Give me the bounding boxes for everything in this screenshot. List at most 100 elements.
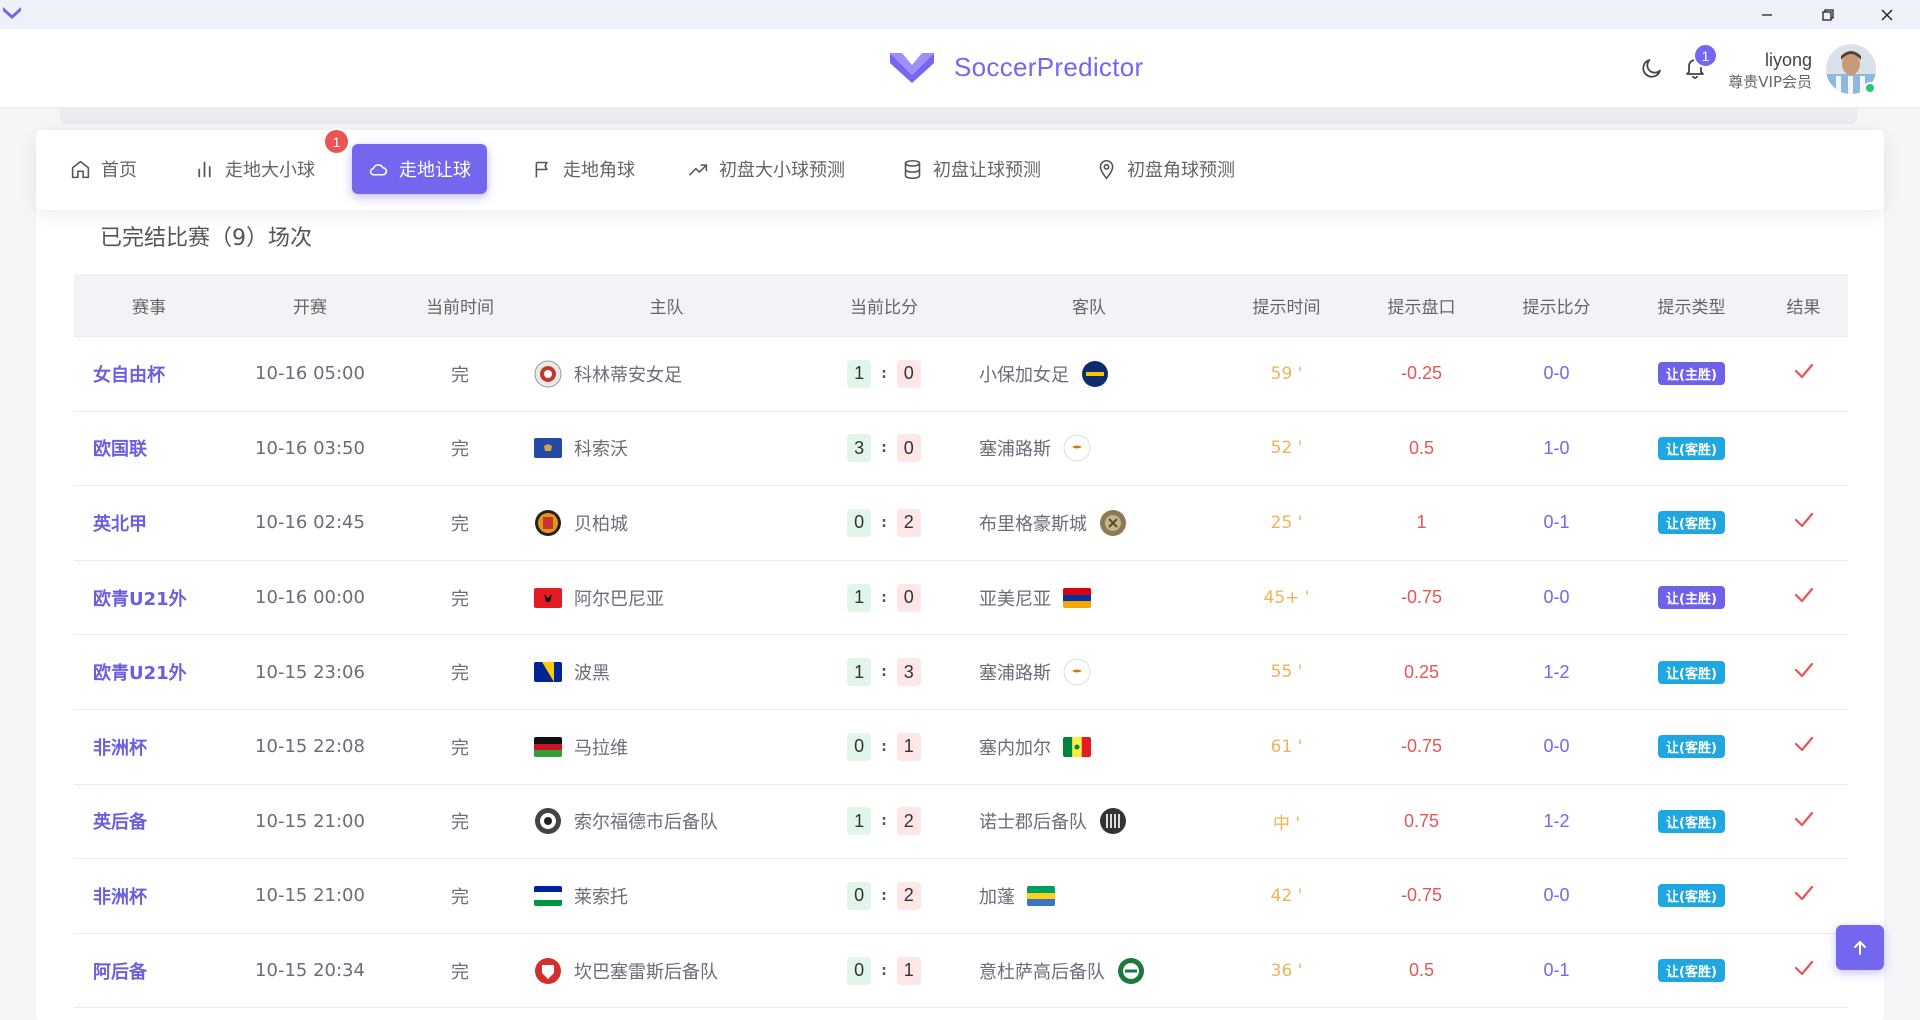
scroll-to-top-button[interactable] xyxy=(1836,925,1884,970)
top-header: SoccerPredictor xyxy=(0,29,1920,107)
table-row[interactable]: 欧青U21外 10-15 23:06 完 波黑 1:3 塞浦路斯 55 ' 0.25 1-2 让(… xyxy=(74,635,1848,710)
minimize-button[interactable] xyxy=(1744,0,1790,29)
match-status: 完 xyxy=(451,513,469,535)
home-team: 波黑 xyxy=(524,659,809,685)
table-row[interactable]: 英北甲 10-16 02:45 完 贝柏城 0:2 布里格豪斯城 25 ' 1 0-1 让(客胜) xyxy=(74,486,1848,561)
away-score: 1 xyxy=(896,732,921,761)
header-current-time: 当前时间 xyxy=(426,297,494,318)
check-icon xyxy=(1794,587,1813,603)
team-logo-icon xyxy=(534,360,562,388)
tip-type: 让(客胜) xyxy=(1624,809,1759,833)
match-status: 完 xyxy=(451,663,469,685)
start-time: 10-15 22:08 xyxy=(255,736,365,758)
nav-item-home[interactable]: 首页 xyxy=(54,144,153,194)
table-row[interactable]: 女自由杯 10-16 05:00 完 科林蒂安女足 1:0 小保加女足 59 ' -0.25 0… xyxy=(74,337,1848,412)
league-link[interactable]: 欧青U21外 xyxy=(74,659,224,685)
nav-item-live-handicap[interactable]: 走地让球 xyxy=(352,144,487,194)
away-team-name: 加蓬 xyxy=(979,886,1015,908)
close-window-button[interactable] xyxy=(1864,0,1910,29)
league-link[interactable]: 非洲杯 xyxy=(74,883,224,909)
flag-icon xyxy=(534,438,562,459)
league-link[interactable]: 非洲杯 xyxy=(74,734,224,760)
home-team-name: 贝柏城 xyxy=(574,513,628,535)
tip-type: 让(主胜) xyxy=(1624,586,1759,610)
score-separator: : xyxy=(881,738,887,755)
current-score: 1:3 xyxy=(809,658,959,687)
current-score: 0:2 xyxy=(809,508,959,537)
current-score: 0:1 xyxy=(809,732,959,761)
header-tip-line: 提示盘口 xyxy=(1387,297,1456,318)
table-row[interactable]: 非洲杯 10-15 22:08 完 马拉维 0:1 塞内加尔 61 ' -0.75 0-0 让(客… xyxy=(74,710,1848,785)
tip-score: 1-2 xyxy=(1543,810,1570,831)
away-team: 亚美尼亚 xyxy=(959,585,1219,611)
home-team-name: 莱索托 xyxy=(574,886,628,908)
header-home: 主队 xyxy=(649,297,684,318)
tip-time: 42 ' xyxy=(1270,885,1303,906)
score-separator: : xyxy=(881,440,887,457)
tip-line: 0.75 xyxy=(1403,810,1440,831)
league-link[interactable]: 英后备 xyxy=(74,808,224,834)
dark-mode-toggle[interactable] xyxy=(1637,53,1667,83)
league-link[interactable]: 女自由杯 xyxy=(74,361,224,387)
brand[interactable]: SoccerPredictor xyxy=(888,49,1143,85)
database-icon xyxy=(904,159,921,179)
flag-icon xyxy=(1063,434,1091,462)
nav-item-label: 走地大小球 xyxy=(225,160,315,181)
header-away: 客队 xyxy=(1072,297,1106,318)
table-row[interactable]: 英后备 10-15 21:00 完 索尔福德市后备队 1:2 诺士郡后备队 中 ' 0.75 1… xyxy=(74,785,1848,860)
home-team-name: 索尔福德市后备队 xyxy=(574,812,718,834)
nav-item-opening-handicap[interactable]: 初盘让球预测 xyxy=(886,144,1057,194)
start-time: 10-16 02:45 xyxy=(255,512,365,534)
away-team: 意杜萨高后备队 xyxy=(959,957,1219,985)
away-team: 塞浦路斯 xyxy=(959,658,1219,686)
away-team: 塞内加尔 xyxy=(959,734,1219,760)
league-link[interactable]: 欧青U21外 xyxy=(74,585,224,611)
table-row[interactable]: 阿后备 10-15 20:34 完 坎巴塞雷斯后备队 0:1 意杜萨高后备队 36 ' 0.5… xyxy=(74,934,1848,1009)
bar-chart-icon xyxy=(198,161,211,177)
home-team-name: 波黑 xyxy=(574,663,610,685)
result xyxy=(1759,957,1848,984)
team-logo-icon xyxy=(1081,360,1109,388)
tip-type-badge: 让(客胜) xyxy=(1658,436,1725,460)
nav-item-opening-over-under[interactable]: 初盘大小球预测 xyxy=(672,144,861,194)
tip-time: 25 ' xyxy=(1270,512,1303,533)
user-name[interactable]: liyong xyxy=(1765,50,1812,71)
table-row[interactable]: 非洲杯 10-15 21:00 完 莱索托 0:2 加蓬 42 ' -0.75 0-0 让(客胜) xyxy=(74,859,1848,934)
away-score: 1 xyxy=(896,956,921,985)
league-link[interactable]: 欧国联 xyxy=(74,435,224,461)
away-team: 小保加女足 xyxy=(959,360,1219,388)
check-icon xyxy=(1794,737,1813,752)
match-status: 完 xyxy=(451,737,469,759)
tip-type: 让(客胜) xyxy=(1624,884,1759,908)
header-league: 赛事 xyxy=(132,297,166,318)
home-team: 阿尔巴尼亚 xyxy=(524,585,809,611)
table-row[interactable]: 欧青U21外 10-16 00:00 完 阿尔巴尼亚 1:0 亚美尼亚 45+ ' -0.75… xyxy=(74,561,1848,636)
tip-line: 0.25 xyxy=(1403,661,1440,682)
header-tip-score: 提示比分 xyxy=(1522,297,1591,318)
away-score: 0 xyxy=(896,359,921,388)
home-icon xyxy=(71,160,90,178)
home-score: 3 xyxy=(847,434,872,463)
away-team-name: 意杜萨高后备队 xyxy=(979,961,1105,983)
league-link[interactable]: 阿后备 xyxy=(74,958,224,984)
nav-item-label: 初盘让球预测 xyxy=(933,160,1041,181)
away-team-name: 亚美尼亚 xyxy=(979,588,1051,610)
flag-icon xyxy=(1063,736,1091,757)
tip-line: 1 xyxy=(1416,512,1427,533)
header-result: 结果 xyxy=(1786,297,1821,318)
score-separator: : xyxy=(881,813,887,830)
app-logo-icon xyxy=(3,7,21,19)
nav-item-live-corners[interactable]: 走地角球 xyxy=(516,144,651,194)
check-icon xyxy=(1794,364,1813,379)
nav-item-live-over-under[interactable]: 走地大小球 xyxy=(178,144,331,194)
table-row[interactable]: 欧国联 10-16 03:50 完 科索沃 3:0 塞浦路斯 52 ' 0.5 1-0 让(客胜) xyxy=(74,412,1848,487)
tip-type-badge: 让(客胜) xyxy=(1658,959,1725,983)
nav-badge: 1 xyxy=(323,128,350,155)
home-score: 1 xyxy=(847,359,872,388)
home-score: 0 xyxy=(847,956,872,985)
nav-item-opening-corners[interactable]: 初盘角球预测 xyxy=(1080,144,1251,194)
restore-button[interactable] xyxy=(1805,0,1851,29)
league-link[interactable]: 英北甲 xyxy=(74,510,224,536)
team-logo-icon xyxy=(1099,807,1127,835)
away-team-name: 塞浦路斯 xyxy=(979,663,1051,685)
